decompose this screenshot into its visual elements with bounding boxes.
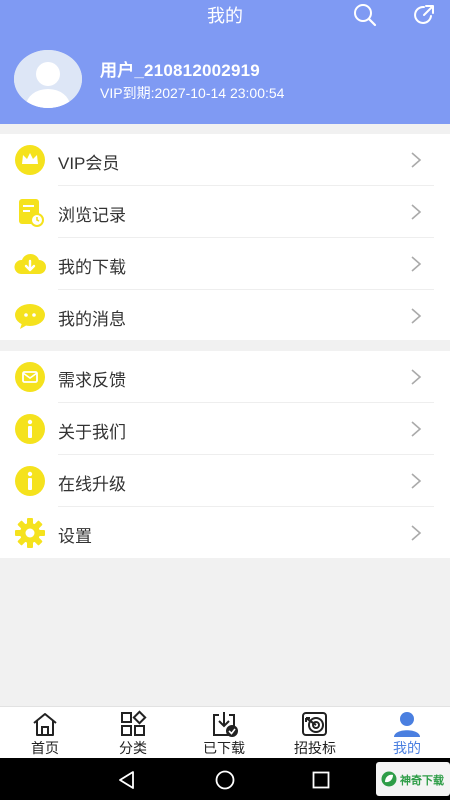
downloaded-icon [213, 712, 238, 737]
system-nav-bar: 神奇下载 [0, 758, 450, 800]
share-icon[interactable] [412, 3, 436, 27]
home-icon [33, 713, 57, 736]
user-icon [394, 712, 420, 737]
menu-item-label: 浏览记录 [58, 206, 126, 225]
menu-item-about[interactable]: 关于我们 [0, 403, 450, 455]
menu-item-feedback[interactable]: 需求反馈 [0, 351, 450, 403]
page-title: 我的 [207, 6, 243, 26]
category-icon [121, 710, 147, 736]
leaf-logo-icon [381, 771, 397, 787]
profile-header: 我的 用户_210812002919 VIP到期:2027-10-14 23:0… [0, 0, 450, 124]
menu-item-label: 设置 [58, 527, 92, 546]
chevron-right-icon [411, 525, 422, 541]
chevron-right-icon [411, 204, 422, 220]
crown-icon [15, 145, 45, 175]
vip-expiry: VIP到期:2027-10-14 23:00:54 [100, 85, 285, 101]
search-icon[interactable] [353, 3, 377, 27]
recents-icon[interactable] [310, 769, 332, 791]
menu-group-app: 需求反馈 关于我们 在线升级 设置 [0, 351, 450, 558]
back-icon[interactable] [116, 769, 138, 791]
menu-item-downloads[interactable]: 我的下载 [0, 238, 450, 290]
watermark-text: 神奇下载 [400, 775, 444, 787]
bottom-tab-bar: 首页 分类 已下载 招投标 我的 [0, 706, 450, 758]
chevron-right-icon [411, 256, 422, 272]
avatar[interactable] [14, 50, 82, 108]
menu-item-label: 在线升级 [58, 475, 126, 494]
menu-item-label: 我的消息 [58, 310, 126, 329]
target-icon [302, 712, 327, 736]
menu-item-settings[interactable]: 设置 [0, 507, 450, 559]
menu-item-history[interactable]: 浏览记录 [0, 186, 450, 238]
feedback-icon [15, 362, 45, 392]
menu-group-account: VIP会员 浏览记录 我的下载 我的消息 [0, 134, 450, 340]
tab-bidding[interactable]: 招投标 [270, 707, 360, 759]
tab-mine[interactable]: 我的 [362, 707, 450, 759]
menu-item-label: 需求反馈 [58, 371, 126, 390]
menu-item-label: 我的下载 [58, 258, 126, 277]
menu-item-upgrade[interactable]: 在线升级 [0, 455, 450, 507]
history-icon [19, 199, 44, 227]
menu-item-vip[interactable]: VIP会员 [0, 134, 450, 186]
gear-icon [15, 518, 45, 548]
tab-label: 我的 [393, 740, 421, 756]
chevron-right-icon [411, 152, 422, 168]
info-icon [15, 466, 45, 496]
tab-label: 分类 [119, 740, 147, 756]
tab-home[interactable]: 首页 [0, 707, 90, 759]
chevron-right-icon [411, 473, 422, 489]
tab-label: 已下载 [203, 740, 245, 756]
chevron-right-icon [411, 369, 422, 385]
watermark: 神奇下载 [376, 762, 450, 796]
menu-item-label: VIP会员 [58, 154, 120, 173]
info-icon [15, 414, 45, 444]
tab-category[interactable]: 分类 [88, 707, 178, 759]
cloud-download-icon [14, 253, 46, 274]
tab-downloaded[interactable]: 已下载 [179, 707, 269, 759]
username: 用户_210812002919 [100, 61, 260, 80]
menu-item-label: 关于我们 [58, 423, 126, 442]
tab-label: 首页 [31, 740, 59, 756]
message-icon [15, 304, 45, 329]
tab-label: 招投标 [294, 740, 336, 756]
chevron-right-icon [411, 421, 422, 437]
home-nav-icon[interactable] [214, 769, 236, 791]
menu-item-messages[interactable]: 我的消息 [0, 290, 450, 342]
avatar-placeholder-icon [14, 50, 82, 108]
chevron-right-icon [411, 308, 422, 324]
